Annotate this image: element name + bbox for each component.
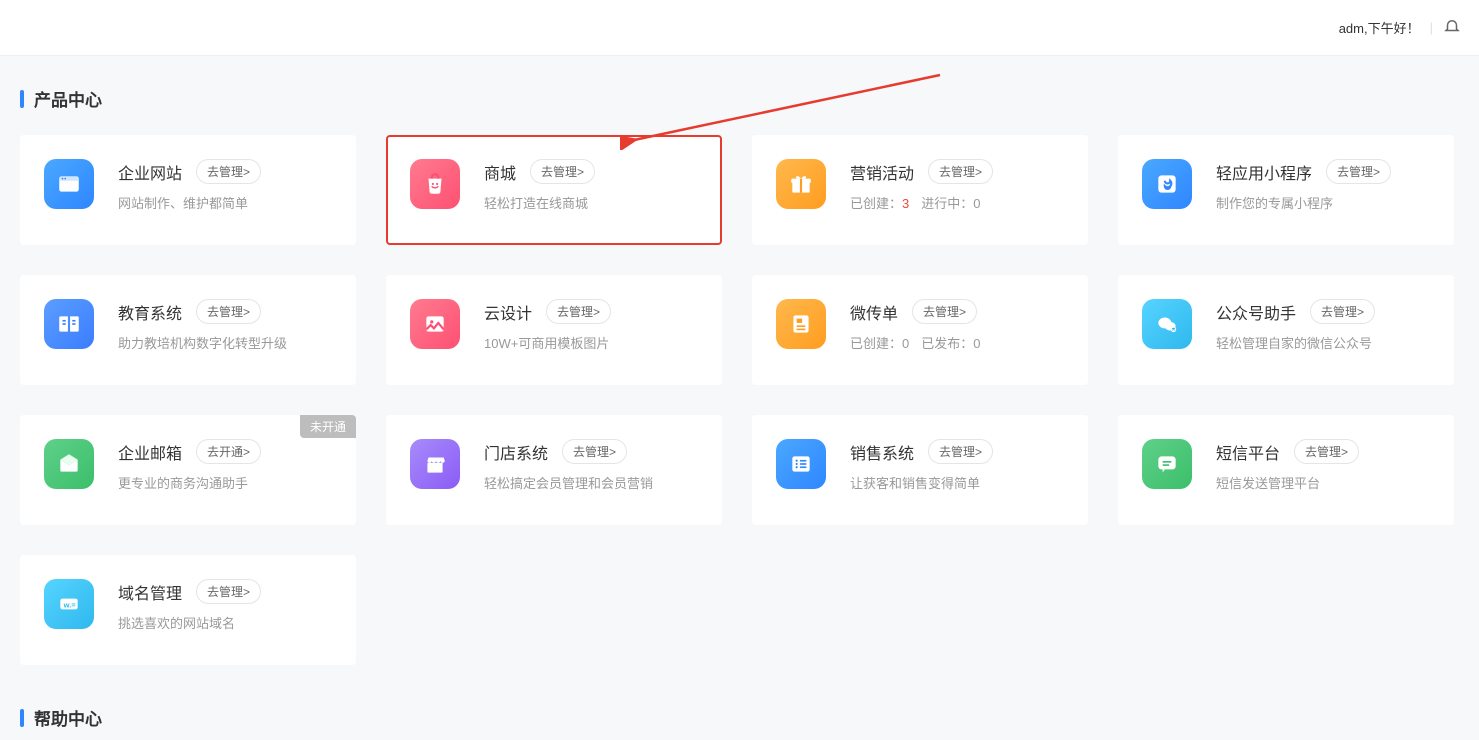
card-domain[interactable]: w.= 域名管理 去管理> 挑选喜欢的网站域名 bbox=[20, 555, 356, 665]
manage-button[interactable]: 去管理> bbox=[928, 159, 993, 184]
manage-button[interactable]: 去管理> bbox=[928, 439, 993, 464]
storefront-icon bbox=[410, 439, 460, 489]
bell-icon[interactable] bbox=[1443, 17, 1461, 38]
svg-text:w.=: w.= bbox=[63, 600, 77, 609]
card-title: 企业邮箱 bbox=[118, 440, 182, 464]
card-title: 公众号助手 bbox=[1216, 300, 1296, 324]
card-miniapp[interactable]: 轻应用小程序 去管理> 制作您的专属小程序 bbox=[1118, 135, 1454, 245]
section-title-products: 产品中心 bbox=[20, 86, 1479, 111]
card-sales[interactable]: 销售系统 去管理> 让获客和销售变得简单 bbox=[752, 415, 1088, 525]
card-desc: 让获客和销售变得简单 bbox=[850, 474, 1068, 494]
card-title: 企业网站 bbox=[118, 160, 182, 184]
open-button[interactable]: 去开通> bbox=[196, 439, 261, 464]
manage-button[interactable]: 去管理> bbox=[912, 299, 977, 324]
shopping-bag-icon bbox=[410, 159, 460, 209]
browser-icon bbox=[44, 159, 94, 209]
card-design[interactable]: 云设计 去管理> 10W+可商用模板图片 bbox=[386, 275, 722, 385]
image-icon bbox=[410, 299, 460, 349]
card-email[interactable]: 未开通 企业邮箱 去开通> 更专业的商务沟通助手 bbox=[20, 415, 356, 525]
card-title: 教育系统 bbox=[118, 300, 182, 324]
greeting-text: adm,下午好！ bbox=[1339, 18, 1420, 37]
manage-button[interactable]: 去管理> bbox=[1294, 439, 1359, 464]
manage-button[interactable]: 去管理> bbox=[196, 579, 261, 604]
card-desc: 更专业的商务沟通助手 bbox=[118, 474, 336, 494]
card-sms[interactable]: 短信平台 去管理> 短信发送管理平台 bbox=[1118, 415, 1454, 525]
card-title: 云设计 bbox=[484, 300, 532, 324]
card-marketing[interactable]: 营销活动 去管理> 已创建：3进行中：0 bbox=[752, 135, 1088, 245]
card-desc: 制作您的专属小程序 bbox=[1216, 194, 1434, 214]
manage-button[interactable]: 去管理> bbox=[530, 159, 595, 184]
manage-button[interactable]: 去管理> bbox=[546, 299, 611, 324]
miniapp-icon bbox=[1142, 159, 1192, 209]
title-bar bbox=[20, 709, 24, 727]
manage-button[interactable]: 去管理> bbox=[562, 439, 627, 464]
card-desc: 轻松打造在线商城 bbox=[484, 194, 702, 214]
card-desc: 轻松管理自家的微信公众号 bbox=[1216, 334, 1434, 354]
card-title: 营销活动 bbox=[850, 160, 914, 184]
section-title-text: 产品中心 bbox=[34, 86, 102, 111]
card-website[interactable]: 企业网站 去管理> 网站制作、维护都简单 bbox=[20, 135, 356, 245]
title-bar bbox=[20, 90, 24, 108]
card-title: 微传单 bbox=[850, 300, 898, 324]
manage-button[interactable]: 去管理> bbox=[1310, 299, 1375, 324]
card-mall[interactable]: 商城 去管理> 轻松打造在线商城 bbox=[386, 135, 722, 245]
card-mp[interactable]: 公众号助手 去管理> 轻松管理自家的微信公众号 bbox=[1118, 275, 1454, 385]
badge-unopen: 未开通 bbox=[300, 415, 356, 438]
card-desc: 助力教培机构数字化转型升级 bbox=[118, 334, 336, 354]
divider: | bbox=[1430, 20, 1433, 35]
card-title: 商城 bbox=[484, 160, 516, 184]
card-title: 轻应用小程序 bbox=[1216, 160, 1312, 184]
card-title: 门店系统 bbox=[484, 440, 548, 464]
book-icon bbox=[44, 299, 94, 349]
card-desc: 已创建：0已发布：0 bbox=[850, 334, 1068, 354]
card-desc: 10W+可商用模板图片 bbox=[484, 334, 702, 354]
card-title: 销售系统 bbox=[850, 440, 914, 464]
envelope-icon bbox=[44, 439, 94, 489]
manage-button[interactable]: 去管理> bbox=[196, 299, 261, 324]
gift-icon bbox=[776, 159, 826, 209]
card-store[interactable]: 门店系统 去管理> 轻松搞定会员管理和会员营销 bbox=[386, 415, 722, 525]
list-icon bbox=[776, 439, 826, 489]
wechat-icon bbox=[1142, 299, 1192, 349]
top-bar: adm,下午好！ | bbox=[0, 0, 1479, 56]
manage-button[interactable]: 去管理> bbox=[1326, 159, 1391, 184]
card-title: 短信平台 bbox=[1216, 440, 1280, 464]
card-desc: 挑选喜欢的网站域名 bbox=[118, 614, 336, 634]
card-edu[interactable]: 教育系统 去管理> 助力教培机构数字化转型升级 bbox=[20, 275, 356, 385]
card-title: 域名管理 bbox=[118, 580, 182, 604]
section-title-help: 帮助中心 bbox=[20, 705, 1479, 730]
domain-icon: w.= bbox=[44, 579, 94, 629]
manage-button[interactable]: 去管理> bbox=[196, 159, 261, 184]
card-flyer[interactable]: 微传单 去管理> 已创建：0已发布：0 bbox=[752, 275, 1088, 385]
card-desc: 短信发送管理平台 bbox=[1216, 474, 1434, 494]
card-desc: 网站制作、维护都简单 bbox=[118, 194, 336, 214]
document-icon bbox=[776, 299, 826, 349]
section-title-text: 帮助中心 bbox=[34, 705, 102, 730]
chat-icon bbox=[1142, 439, 1192, 489]
card-desc: 轻松搞定会员管理和会员营销 bbox=[484, 474, 702, 494]
card-desc: 已创建：3进行中：0 bbox=[850, 194, 1068, 214]
